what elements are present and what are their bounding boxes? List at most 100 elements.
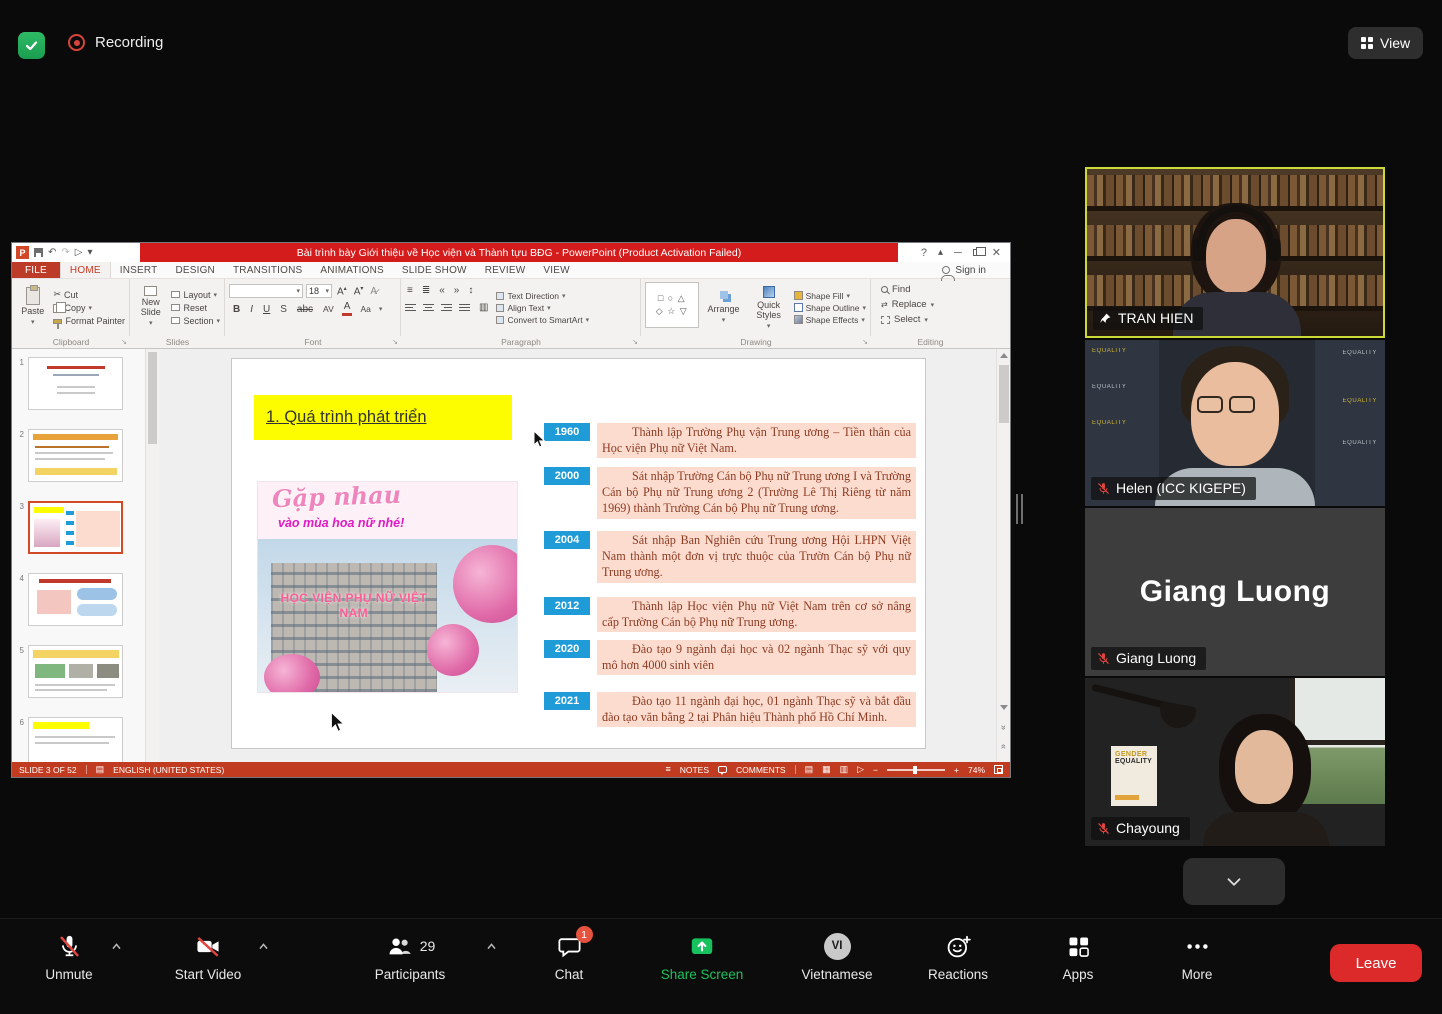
leave-button[interactable]: Leave — [1330, 944, 1422, 982]
customize-qat-icon[interactable]: ▾ — [87, 248, 92, 258]
zoom-slider[interactable] — [887, 769, 945, 771]
start-slideshow-icon[interactable]: ▷ — [75, 248, 83, 258]
align-text-button[interactable]: Align Text▾ — [496, 303, 589, 313]
reactions-button[interactable]: Reactions — [908, 932, 1008, 982]
thumbnail-slide-4[interactable]: 4 — [15, 573, 142, 626]
share-border-handle[interactable] — [1016, 494, 1023, 524]
paste-button[interactable]: Paste▾ — [16, 282, 49, 332]
redo-icon[interactable]: ↷ — [61, 248, 69, 258]
quick-access-toolbar[interactable]: P ↶ ↷ ▷ ▾ — [12, 243, 140, 262]
thumbnail-scrollbar[interactable] — [146, 349, 159, 762]
more-button[interactable]: More — [1152, 932, 1242, 982]
help-button[interactable]: ? — [921, 247, 927, 259]
format-painter-button[interactable]: Format Painter — [53, 316, 125, 326]
chat-button[interactable]: 1 Chat — [524, 932, 614, 982]
scrollbar-thumb[interactable] — [999, 365, 1009, 423]
view-button[interactable]: View — [1348, 27, 1423, 59]
line-spacing-button[interactable]: ↕ — [466, 285, 475, 296]
video-tile-giang-luong[interactable]: Giang Luong Giang Luong — [1085, 508, 1385, 676]
reading-view-icon[interactable]: ▥ — [840, 765, 849, 774]
decrease-font-button[interactable]: A▾ — [352, 285, 366, 297]
text-shadow-button[interactable]: S — [278, 304, 289, 315]
thumbnail-slide-5[interactable]: 5 — [15, 645, 142, 698]
participants-options-chevron[interactable] — [483, 938, 500, 960]
slide-area-scrollbar[interactable]: » « — [996, 349, 1010, 762]
copy-button[interactable]: Copy▾ — [53, 303, 125, 313]
text-direction-button[interactable]: Text Direction▾ — [496, 291, 589, 301]
slide-title-box[interactable]: 1. Quá trình phát triển — [254, 395, 512, 440]
italic-button[interactable]: I — [248, 304, 255, 315]
font-color-button[interactable]: A — [342, 302, 353, 316]
bold-button[interactable]: B — [231, 304, 242, 315]
shape-gallery[interactable]: □ ○ △ ◇ ☆ ▽ — [645, 282, 699, 328]
close-button[interactable]: ✕ — [992, 246, 1001, 259]
notes-button[interactable]: NOTES — [680, 765, 709, 775]
timeline-row-2021[interactable]: 2021 Đào tạo 11 ngành đại học, 01 ngành … — [544, 692, 916, 727]
tab-slideshow[interactable]: SLIDE SHOW — [393, 262, 476, 278]
zoom-level[interactable]: 74% — [968, 765, 985, 775]
underline-button[interactable]: U — [261, 304, 272, 315]
drawing-dialog-launcher[interactable]: ↘ — [862, 338, 868, 346]
security-shield-icon[interactable] — [18, 32, 45, 59]
shape-effects-button[interactable]: Shape Effects▾ — [794, 315, 866, 325]
cut-button[interactable]: ✂Cut — [53, 289, 125, 300]
video-tile-tran-hien[interactable]: TRAN HIEN — [1085, 167, 1385, 338]
scroll-down-icon[interactable] — [1000, 705, 1008, 710]
restore-button[interactable] — [973, 249, 981, 256]
tab-animations[interactable]: ANIMATIONS — [311, 262, 392, 278]
change-case-button[interactable]: Aa — [358, 304, 372, 314]
save-icon[interactable] — [34, 248, 43, 257]
timeline-row-1960[interactable]: 1960 Thành lập Trường Phụ vận Trung ương… — [544, 423, 916, 458]
participants-button[interactable]: 29 Participants — [350, 932, 470, 982]
unmute-button[interactable]: Unmute — [24, 932, 114, 982]
thumbnail-slide-2[interactable]: 2 — [15, 429, 142, 482]
timeline-row-2012[interactable]: 2012 Thành lập Học viện Phụ nữ Việt Nam … — [544, 597, 916, 632]
fit-to-window-icon[interactable] — [994, 765, 1003, 774]
align-right-button[interactable] — [441, 304, 452, 311]
timeline-row-2000[interactable]: 2000 Sát nhập Trường Cán bộ Phụ nữ Trung… — [544, 467, 916, 519]
tab-home[interactable]: HOME — [60, 262, 111, 278]
slideshow-view-icon[interactable]: ▷ — [857, 765, 864, 774]
increase-indent-button[interactable]: » — [452, 285, 462, 296]
zoom-out-button[interactable]: − — [873, 765, 878, 775]
sign-in-button[interactable]: Sign in — [942, 262, 1010, 278]
columns-button[interactable]: ▥ — [477, 302, 490, 313]
thumbnail-slide-3-selected[interactable]: 3 — [15, 501, 142, 554]
video-tile-helen[interactable]: EQUALITY EQUALITY EQUALITY EQUALITY EQUA… — [1085, 340, 1385, 506]
character-spacing-button[interactable]: AV — [321, 304, 336, 314]
decrease-indent-button[interactable]: « — [437, 285, 447, 296]
tab-insert[interactable]: INSERT — [111, 262, 167, 278]
clipboard-dialog-launcher[interactable]: ↘ — [121, 338, 127, 346]
normal-view-icon[interactable]: ▤ — [805, 765, 814, 774]
language-status[interactable]: ENGLISH (UNITED STATES) — [113, 765, 224, 775]
scroll-up-icon[interactable] — [1000, 353, 1008, 358]
zoom-in-button[interactable]: + — [954, 765, 959, 775]
previous-slide-button[interactable]: » — [998, 723, 1010, 732]
align-left-button[interactable] — [405, 304, 416, 311]
shape-outline-button[interactable]: Shape Outline▾ — [794, 303, 866, 313]
replace-button[interactable]: ⇄Replace▾ — [881, 297, 986, 312]
bullets-button[interactable]: ≡ — [405, 285, 415, 296]
share-screen-button[interactable]: Share Screen — [647, 932, 757, 982]
font-name-select[interactable]: ▾ — [229, 284, 303, 298]
layout-button[interactable]: Layout▾ — [171, 290, 220, 300]
video-tile-chayoung[interactable]: GENDER EQUALITY Chayoung — [1085, 678, 1385, 846]
find-button[interactable]: Find — [881, 282, 986, 297]
new-slide-button[interactable]: New Slide▾ — [134, 282, 167, 332]
ribbon-display-options-icon[interactable]: ▴ — [938, 248, 943, 258]
apps-button[interactable]: Apps — [1033, 932, 1123, 982]
timeline-row-2020[interactable]: 2020 Đào tạo 9 ngành đại học và 02 ngành… — [544, 640, 916, 675]
thumbnail-slide-1[interactable]: 1 — [15, 357, 142, 410]
justify-button[interactable] — [459, 304, 470, 311]
increase-font-button[interactable]: A▴ — [335, 285, 349, 297]
timeline-row-2004[interactable]: 2004 Sát nhập Ban Nghiên cứu Trung ương … — [544, 531, 916, 583]
section-button[interactable]: Section▾ — [171, 316, 220, 326]
comments-button[interactable]: COMMENTS — [736, 765, 786, 775]
start-video-button[interactable]: Start Video — [153, 932, 263, 982]
thumbnail-slide-6[interactable]: 6 — [15, 717, 142, 762]
interpretation-button[interactable]: VI Vietnamese — [787, 932, 887, 982]
tab-design[interactable]: DESIGN — [166, 262, 224, 278]
paragraph-dialog-launcher[interactable]: ↘ — [632, 338, 638, 346]
arrange-button[interactable]: Arrange▾ — [704, 282, 744, 333]
tab-transitions[interactable]: TRANSITIONS — [224, 262, 311, 278]
